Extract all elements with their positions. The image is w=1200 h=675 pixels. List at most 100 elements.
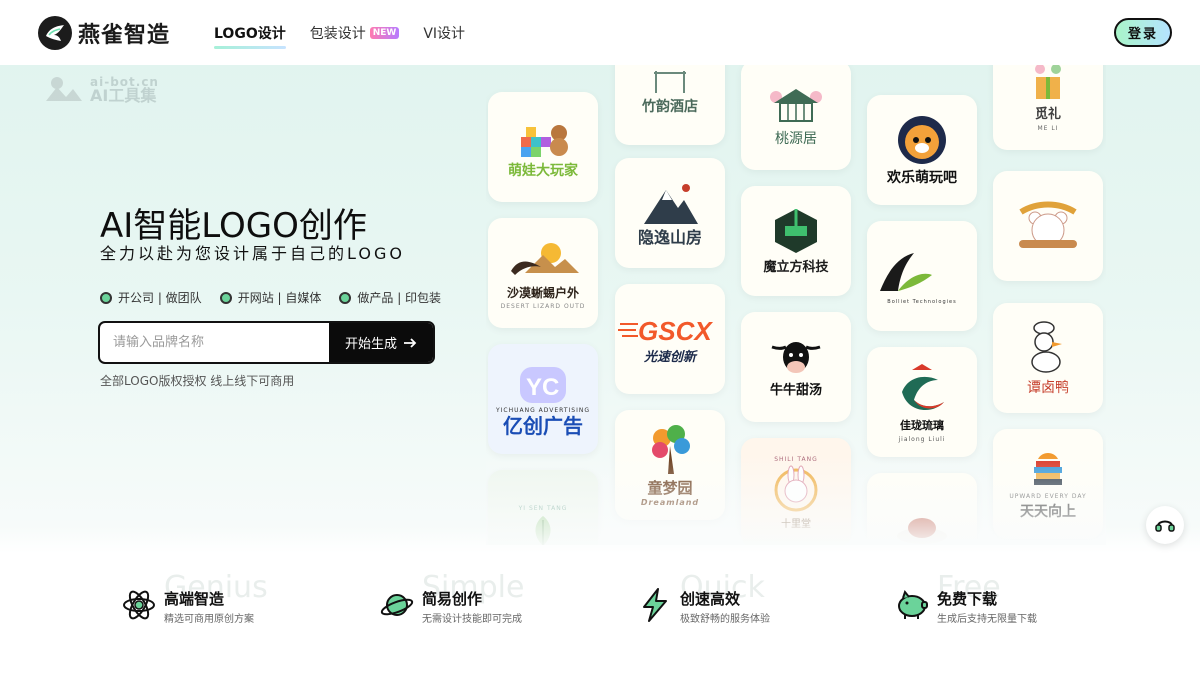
logo-subtitle: YI SEN TANG [518,504,568,512]
planet-icon [380,594,414,616]
feature-label: 开网站 | 自媒体 [237,291,322,305]
pagoda-icon [902,363,944,410]
tiger-icon [898,116,946,164]
logo-card[interactable]: 欢乐萌玩吧 [867,95,977,205]
watermark-title: AI工具集 [90,86,157,105]
logo-title: 佳珑琉璃 [900,418,944,432]
feature-title: 免费下载 [937,590,998,608]
leaf-icon [535,515,551,545]
svg-text:GSCX: GSCX [638,316,713,346]
cow-icon [771,342,821,373]
desert-lizard-icon [511,242,579,275]
nav-package-design[interactable]: 包装设计 NEW [310,0,400,65]
lightning-icon [643,588,667,622]
logo-gallery: 萌娃大玩家 沙漠蜥蜴户外 DESERT LIZARD OUTD YC YICHU… [486,65,1106,545]
logo-title: 魔立方科技 [763,260,829,275]
logo-card[interactable]: 觅礼 ME LI [993,65,1103,150]
logo-title: 十里堂 [781,518,811,530]
logo-card[interactable] [867,473,977,545]
piggy-bank-icon [898,589,928,619]
logo-card[interactable]: 竹韵酒店 [615,65,725,145]
logo-subtitle: Bolliet Technologies [887,299,957,305]
logo-card[interactable]: 沙漠蜥蜴户外 DESERT LIZARD OUTD [488,218,598,328]
bear-icon [1019,201,1077,248]
feature-simple: Simple 简易创作 无需设计技能即可完成 [380,570,600,630]
mountain-icon [644,184,698,224]
bottom-features: Genius 高端智造 精选可商用原创方案 Simple 简易创作 无需设计技能… [0,570,1200,640]
watermark-logo-icon [46,77,82,101]
logo-card[interactable]: 童梦园 Dreamland [615,410,725,520]
b-letter-icon [880,253,932,291]
logo-title: 桃源居 [775,131,817,147]
logo-title: 欢乐萌玩吧 [887,170,957,186]
logo-card[interactable]: 牛牛甜汤 [741,312,851,422]
logo-card[interactable]: 萌娃大玩家 [488,92,598,202]
button-label: 开始生成 [344,337,397,352]
logo-subtitle: DESERT LIZARD OUTD [500,302,586,310]
atom-icon [123,590,155,620]
pavilion-icon [770,89,822,122]
nav-label: VI设计 [423,25,466,42]
login-button[interactable]: 登录 [1114,18,1172,47]
logo-title: 觅礼 [1034,106,1061,122]
logo-subtitle: SHILI TANG [774,455,818,463]
logo-card[interactable]: 桃源居 [741,65,851,170]
logo-card[interactable]: GSCX 光速创新 [615,284,725,394]
dream-tree-icon [652,424,690,474]
logo-card[interactable]: UPWARD EVERY DAY 天天向上 [993,429,1103,539]
feature-title: 简易创作 [422,590,483,608]
nav-label: LOGO设计 [214,25,286,42]
logo-title: 天天向上 [1020,503,1076,520]
customer-support-button[interactable] [1146,506,1184,544]
brand-name: 燕雀智造 [78,23,171,48]
logo-title: 沙漠蜥蜴户外 [506,285,579,300]
logo-subtitle: ME LI [1037,124,1059,132]
feature-item: 做产品 | 印包装 [339,289,441,306]
brand-name-input[interactable] [100,323,329,362]
nav-vi-design[interactable]: VI设计 [423,0,465,65]
logo-subtitle: Dreamland [640,497,700,507]
main-nav: LOGO设计 包装设计 NEW VI设计 [214,0,489,65]
logo-subtitle: jialong Liuli [898,435,946,443]
arrow-right-icon [404,337,417,348]
nav-logo-design[interactable]: LOGO设计 [214,0,286,65]
check-dot-icon [339,291,352,304]
logo-title: 谭卤鸭 [1027,380,1069,396]
feature-genius: Genius 高端智造 精选可商用原创方案 [122,570,342,630]
gift-box-icon [1035,65,1061,99]
logo-card[interactable]: Bolliet Technologies [867,221,977,331]
logo-title: 光速创新 [643,350,696,365]
logo-card[interactable]: 谭卤鸭 [993,303,1103,413]
check-dot-icon [100,291,112,304]
brand-logo[interactable]: 燕雀智造 [38,16,170,50]
feature-quick: Quick 创速高效 极致舒畅的服务体验 [638,570,858,630]
logo-card[interactable] [993,171,1103,281]
dish-icon [897,518,947,544]
feature-desc: 无需设计技能即可完成 [422,614,522,625]
logo-card[interactable]: YI SEN TANG [488,470,598,545]
check-dot-icon [219,291,232,304]
logo-title: 萌娃大玩家 [508,163,578,179]
svg-text:YC: YC [526,374,559,401]
magic-cube-icon [775,209,817,253]
logo-card[interactable]: 魔立方科技 [741,186,851,296]
logo-subtitle: UPWARD EVERY DAY [1009,492,1087,500]
logo-subtitle: YICHUANG ADVERTISING [495,406,591,414]
logo-title: 牛牛甜汤 [769,383,822,398]
logo-card[interactable]: 佳珑琉璃 jialong Liuli [867,347,977,457]
logo-card[interactable]: SHILI TANG 十里堂 [741,438,851,545]
hero-subtitle: 全力以赴为您设计属于自己的LOGO [100,244,405,263]
logo-title: 隐逸山房 [637,228,702,247]
start-generate-button[interactable]: 开始生成 [329,323,433,362]
book-stack-icon [1034,452,1062,485]
logo-card[interactable]: 隐逸山房 [615,158,725,268]
watermark: ai-bot.cn AI工具集 [44,73,159,105]
bamboo-gate-icon [654,71,686,93]
top-nav-bar: 燕雀智造 LOGO设计 包装设计 NEW VI设计 登录 [0,0,1200,65]
bunny-icon [774,465,818,511]
headset-icon [1155,520,1175,532]
new-badge: NEW [369,26,400,39]
feature-free: Free 免费下载 生成后支持无限量下载 [895,570,1115,630]
logo-card[interactable]: YC YICHUANG ADVERTISING 亿创广告 [488,344,598,454]
yc-monogram-icon: YC [520,366,566,403]
